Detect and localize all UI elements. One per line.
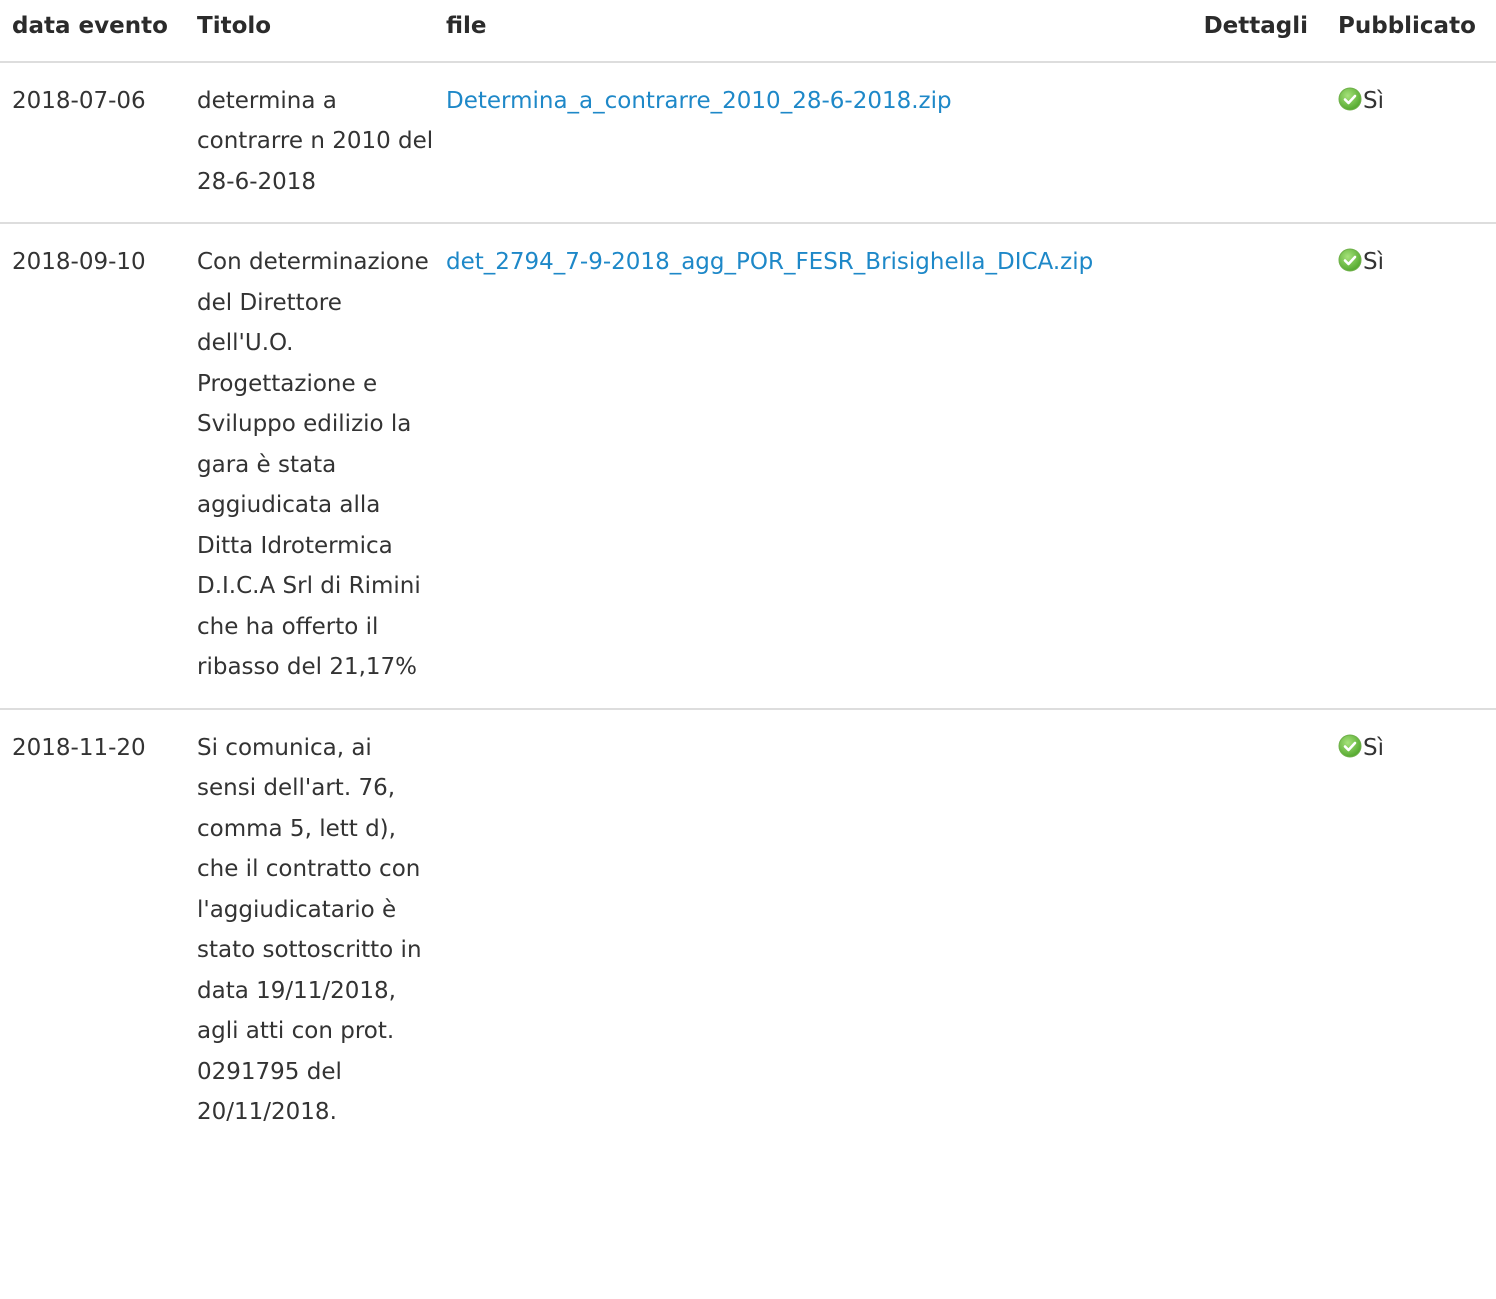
table-header: data evento Titolo file Dettagli Pubblic… [0, 0, 1496, 63]
header-file[interactable]: file [434, 0, 1187, 63]
row-file-cell [434, 709, 1187, 1153]
table-row: 2018-09-10 Con determinazione del Dirett… [0, 223, 1496, 710]
header-details[interactable]: Dettagli [1187, 0, 1328, 63]
events-table: data evento Titolo file Dettagli Pubblic… [0, 0, 1496, 1153]
published-label: Sì [1363, 734, 1384, 761]
row-title: Con determinazione del Direttore dell'U.… [185, 223, 434, 710]
check-circle-icon [1338, 84, 1362, 110]
file-link[interactable]: Determina_a_contrarre_2010_28-6-2018.zip [446, 88, 952, 114]
row-date: 2018-07-06 [0, 61, 185, 224]
file-link[interactable]: det_2794_7-9-2018_agg_POR_FESR_Brisighel… [446, 249, 1093, 275]
row-published: Sì [1328, 223, 1496, 710]
header-row: data evento Titolo file Dettagli Pubblic… [0, 0, 1496, 63]
check-circle-icon [1338, 245, 1362, 272]
row-file-cell: Determina_a_contrarre_2010_28-6-2018.zip [434, 61, 1187, 224]
header-title[interactable]: Titolo [185, 0, 434, 63]
row-details [1187, 61, 1328, 224]
row-published: Sì [1328, 61, 1496, 224]
check-circle-icon [1338, 731, 1362, 757]
row-published: Sì [1328, 709, 1496, 1153]
published-label: Sì [1363, 87, 1384, 114]
table-row: 2018-07-06 determina a contrarre n 2010 … [0, 61, 1496, 224]
row-details [1187, 709, 1328, 1153]
row-title: Si comunica, ai sensi dell'art. 76, comm… [197, 734, 422, 1126]
table-row: 2018-11-20 Si comunica, ai sensi dell'ar… [0, 709, 1496, 1153]
row-date: 2018-11-20 [12, 734, 146, 761]
row-date: 2018-09-10 [0, 223, 185, 710]
table-body: 2018-07-06 determina a contrarre n 2010 … [0, 61, 1496, 1153]
header-date[interactable]: data evento [0, 0, 185, 63]
header-published[interactable]: Pubblicato [1328, 0, 1496, 63]
row-details [1187, 223, 1328, 710]
published-label: Sì [1363, 249, 1384, 275]
row-title: determina a contrarre n 2010 del 28-6-20… [185, 61, 434, 224]
row-file-cell: det_2794_7-9-2018_agg_POR_FESR_Brisighel… [434, 223, 1187, 710]
